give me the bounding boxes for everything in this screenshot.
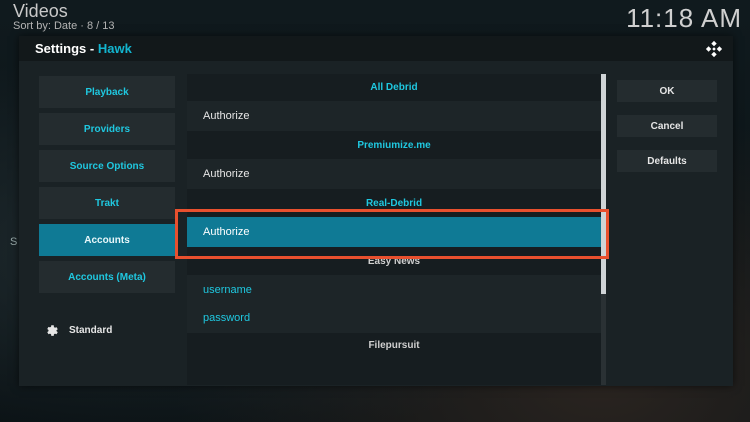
- highlight-annotation-box: [175, 209, 609, 259]
- setting-easynews-password[interactable]: password: [187, 303, 601, 333]
- section-header-premiumize: Premiumize.me: [357, 139, 431, 151]
- category-providers[interactable]: Providers: [39, 113, 175, 145]
- setting-easynews-username[interactable]: username: [187, 275, 601, 305]
- category-trakt[interactable]: Trakt: [39, 187, 175, 219]
- scrollbar-thumb[interactable]: [601, 74, 606, 294]
- dialog-title-prefix: Settings -: [35, 41, 98, 56]
- section-header-filepursuit: Filepursuit: [368, 339, 420, 351]
- settings-level-toggle[interactable]: Standard: [45, 323, 112, 338]
- background-sort-info: Sort by: Date · 8 / 13: [13, 20, 115, 32]
- category-accounts[interactable]: Accounts: [39, 224, 175, 256]
- setting-all-debrid-authorize[interactable]: Authorize: [187, 101, 601, 131]
- cancel-button[interactable]: Cancel: [617, 115, 717, 137]
- dialog-title: Settings - Hawk: [35, 41, 132, 56]
- dialog-title-addon: Hawk: [97, 41, 132, 56]
- setting-premiumize-authorize[interactable]: Authorize: [187, 159, 601, 189]
- ok-button[interactable]: OK: [617, 80, 717, 102]
- category-accounts-meta[interactable]: Accounts (Meta): [39, 261, 175, 293]
- defaults-button[interactable]: Defaults: [617, 150, 717, 172]
- dialog-header: Settings - Hawk: [19, 36, 733, 61]
- background-side-letter: S: [10, 236, 18, 248]
- gear-icon: [47, 325, 58, 336]
- category-source-options[interactable]: Source Options: [39, 150, 175, 182]
- background-window-title: Videos: [13, 1, 68, 21]
- section-header-all-debrid: All Debrid: [370, 81, 418, 93]
- category-playback[interactable]: Playback: [39, 76, 175, 108]
- kodi-logo-icon[interactable]: [705, 40, 723, 58]
- clock: 11:18 AM: [626, 3, 742, 33]
- settings-level-label: Standard: [69, 325, 113, 336]
